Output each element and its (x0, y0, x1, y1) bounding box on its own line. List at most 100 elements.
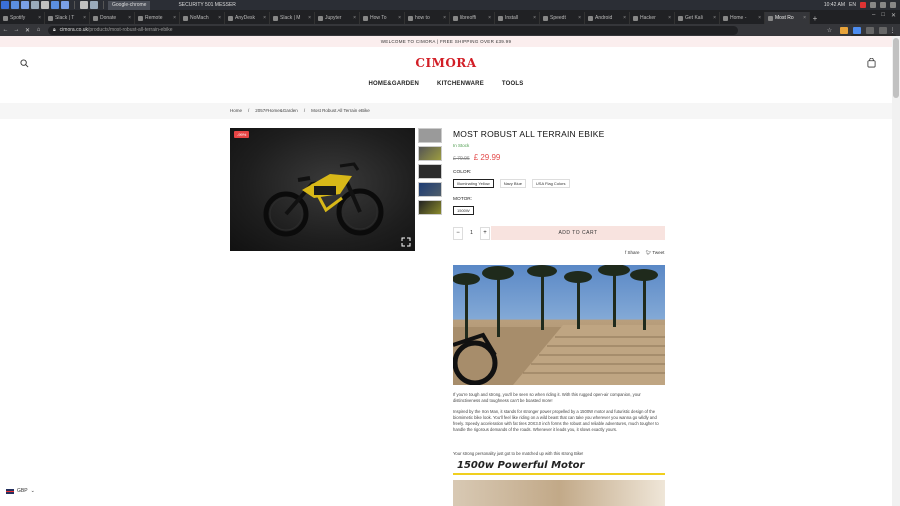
settings-launcher-icon[interactable] (51, 1, 59, 9)
browser-tab[interactable]: Slack | T × (45, 12, 90, 24)
browser-tab[interactable]: Android × (585, 12, 630, 24)
tab-close-icon[interactable]: × (38, 15, 41, 21)
scrollbar-thumb[interactable] (893, 38, 899, 98)
notification-icon[interactable] (860, 2, 866, 8)
clock[interactable]: 10:42 AM (824, 2, 845, 8)
tab-close-icon[interactable]: × (263, 15, 266, 21)
tab-close-icon[interactable]: × (488, 15, 491, 21)
cart-icon[interactable] (867, 58, 876, 68)
address-bar[interactable]: 🔒︎ cimora.co.uk/products/most-robust-all… (48, 25, 738, 35)
browser-tab[interactable]: Remote × (135, 12, 180, 24)
tab-close-icon[interactable]: × (173, 15, 176, 21)
tab-close-icon[interactable]: × (623, 15, 626, 21)
thumbnail-image[interactable] (418, 200, 442, 215)
currency-selector[interactable]: GBP ⌄ (6, 488, 35, 494)
tab-close-icon[interactable]: × (353, 15, 356, 21)
browser-tab[interactable]: Install × (495, 12, 540, 24)
browser-tab[interactable]: libreoffi × (450, 12, 495, 24)
color-option-usa-flag[interactable]: USA Flag Colors (531, 179, 570, 188)
tab-close-icon[interactable]: × (83, 15, 86, 21)
forward-icon[interactable]: → (11, 27, 22, 33)
browser-tab[interactable]: Speedt × (540, 12, 585, 24)
fullscreen-zoom-icon[interactable] (401, 237, 411, 247)
tab-close-icon[interactable]: × (578, 15, 581, 21)
qty-increase-button[interactable]: + (480, 226, 490, 240)
back-icon[interactable]: ← (0, 27, 11, 33)
files-launcher-icon[interactable] (11, 1, 19, 9)
power-icon[interactable] (890, 2, 896, 8)
task-security-messer[interactable]: SECURITY 501 MESSER (174, 1, 239, 10)
browser-tab[interactable]: Spotify × (0, 12, 45, 24)
browser-tab[interactable]: Slack | M × (270, 12, 315, 24)
tab-close-icon[interactable]: × (398, 15, 401, 21)
tab-close-icon[interactable]: × (308, 15, 311, 21)
breadcrumb: Home / 2057#Home&Garden / Most Robust Al… (230, 108, 370, 113)
tab-close-icon[interactable]: × (713, 15, 716, 21)
maximize-icon[interactable]: □ (881, 12, 885, 19)
tab-close-icon[interactable]: × (218, 15, 221, 21)
extension-icon[interactable] (879, 26, 887, 34)
task-chrome[interactable]: Google-chrome (108, 0, 151, 10)
browser-tab[interactable]: Most Ro × (765, 12, 810, 24)
tab-close-icon[interactable]: × (668, 15, 671, 21)
tab-close-icon[interactable]: × (443, 15, 446, 21)
browser-tab[interactable]: Hacker × (630, 12, 675, 24)
browser-tab[interactable]: Get Kali × (675, 12, 720, 24)
motor-label: MOTOR: (453, 197, 473, 202)
browser-tab[interactable]: AnyDesk × (225, 12, 270, 24)
site-logo[interactable]: CIMORA (0, 56, 892, 70)
app-menu-icon[interactable] (1, 1, 9, 9)
product-main-image[interactable]: -99% (230, 128, 415, 251)
tab-title: Spotify (10, 15, 26, 21)
stop-loading-icon[interactable]: ✕ (22, 27, 33, 34)
network-icon[interactable] (870, 2, 876, 8)
editor-launcher-icon[interactable] (41, 1, 49, 9)
volume-icon[interactable] (880, 2, 886, 8)
browser-launcher-icon[interactable] (21, 1, 29, 9)
breadcrumb-home[interactable]: Home (230, 108, 242, 113)
thumbnail-image[interactable] (418, 182, 442, 197)
tab-close-icon[interactable]: × (128, 15, 131, 21)
page-scrollbar[interactable] (892, 36, 900, 506)
keyboard-layout[interactable]: EN (849, 2, 856, 8)
browser-menu-icon[interactable]: ⋮ (887, 27, 898, 34)
mail-launcher-icon[interactable] (61, 1, 69, 9)
breadcrumb-collection[interactable]: 2057#Home&Garden (255, 108, 298, 113)
browser-tab[interactable]: How To × (360, 12, 405, 24)
nav-tools[interactable]: TOOLS (502, 81, 524, 87)
terminal-launcher-icon[interactable] (31, 1, 39, 9)
extension-icon[interactable] (866, 26, 874, 34)
workspace-1-icon[interactable] (80, 1, 88, 9)
lock-icon[interactable]: 🔒︎ (53, 27, 56, 33)
qty-input[interactable]: 1 (463, 227, 480, 240)
add-to-cart-button[interactable]: ADD TO CART (491, 226, 665, 240)
motor-option-1500w[interactable]: 1500W (453, 206, 474, 215)
tab-close-icon[interactable]: × (758, 15, 761, 21)
tab-close-icon[interactable]: × (533, 15, 536, 21)
new-tab-button[interactable]: + (810, 12, 820, 24)
qty-decrease-button[interactable]: − (453, 226, 463, 240)
bookmark-star-icon[interactable]: ☆ (824, 27, 835, 34)
extension-icon[interactable] (853, 26, 861, 34)
nav-home-garden[interactable]: HOME&GARDEN (369, 81, 420, 87)
home-icon[interactable]: ⌂ (33, 27, 44, 33)
nav-kitchenware[interactable]: KITCHENWARE (437, 81, 484, 87)
close-window-icon[interactable]: ✕ (891, 12, 896, 19)
share-facebook-link[interactable]: f Share (625, 250, 640, 256)
color-option-navy[interactable]: Navy Blue (499, 179, 526, 188)
workspace-2-icon[interactable] (90, 1, 98, 9)
description-paragraph: If you're tough and strong, you'll be se… (453, 392, 641, 404)
tab-close-icon[interactable]: × (803, 15, 806, 21)
browser-tab[interactable]: Jupyter × (315, 12, 360, 24)
extension-rss-icon[interactable] (840, 26, 848, 34)
thumbnail-image[interactable] (418, 146, 442, 161)
share-twitter-link[interactable]: 🐦︎ Tweet (646, 250, 665, 256)
thumbnail-image[interactable] (418, 164, 442, 179)
thumbnail-image[interactable] (418, 128, 442, 143)
color-option-yellow[interactable]: Illuminating Yellow (453, 179, 494, 188)
minimize-icon[interactable]: – (872, 12, 875, 19)
browser-tab[interactable]: how to × (405, 12, 450, 24)
browser-tab[interactable]: Donate × (90, 12, 135, 24)
browser-tab[interactable]: Home - × (720, 12, 765, 24)
browser-tab[interactable]: NoMach × (180, 12, 225, 24)
